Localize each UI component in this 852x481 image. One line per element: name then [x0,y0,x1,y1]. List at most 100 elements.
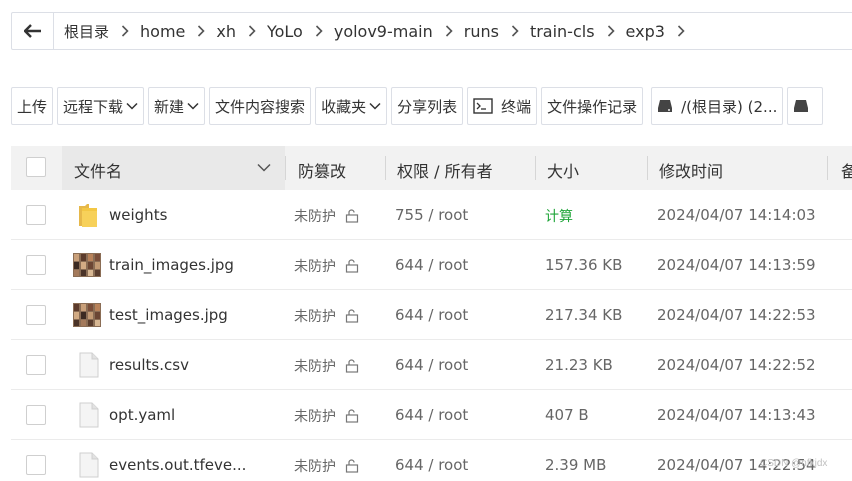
header-protect: 防篡改 [298,162,347,181]
chevron-down-icon [187,102,199,110]
column-divider [535,156,536,180]
unlock-icon[interactable] [345,459,359,473]
table-row[interactable]: train_images.jpg 未防护 644 / root 157.36 K… [11,240,852,290]
arrow-left-icon [23,24,41,38]
crumb-yolov9-main[interactable]: yolov9-main [334,22,433,41]
header-note: 备 [841,162,852,181]
protect-status: 未防护 [294,356,359,376]
permission-owner[interactable]: 644 / root [395,306,468,324]
row-checkbox[interactable] [26,255,46,275]
crumb-runs[interactable]: runs [464,22,499,41]
row-checkbox[interactable] [26,455,46,475]
crumb-exp3[interactable]: exp3 [626,22,665,41]
new-button[interactable]: 新建 [148,87,206,125]
unlock-icon[interactable] [345,209,359,223]
crumb-yolo[interactable]: YoLo [267,22,303,41]
protect-status: 未防护 [294,256,359,276]
watermark: CSDN @nfkjdx [760,458,828,469]
operation-log-button[interactable]: 文件操作记录 [541,87,644,125]
protect-label: 未防护 [294,259,336,275]
chevron-right-icon [315,25,323,37]
toolbar: 上传 远程下载 新建 文件内容搜索 收藏夹 分享列表 终端 文件操作记录 /(根… [11,87,827,125]
permission-owner[interactable]: 755 / root [395,206,468,224]
crumb-root[interactable]: 根目录 [64,21,109,42]
row-checkbox[interactable] [26,305,46,325]
image-thumbnail-icon [73,253,101,277]
chevron-right-icon [511,25,519,37]
unlock-icon[interactable] [345,309,359,323]
file-table: 文件名 防篡改 权限 / 所有者 大小 修改时间 备 weights 未防护 7… [11,146,852,481]
terminal-button[interactable]: 终端 [467,87,538,125]
protect-status: 未防护 [294,206,359,226]
unlock-icon[interactable] [345,259,359,273]
content-search-label: 文件内容搜索 [215,97,306,116]
favorites-button[interactable]: 收藏夹 [315,87,388,125]
table-row[interactable]: test_images.jpg 未防护 644 / root 217.34 KB… [11,290,852,340]
modified-time: 2024/04/07 14:22:52 [657,356,816,374]
select-all-checkbox[interactable] [26,157,46,177]
chevron-right-icon [677,25,685,37]
calculate-size-link[interactable]: 计算 [545,206,573,226]
document-icon [79,402,99,428]
row-checkbox[interactable] [26,205,46,225]
upload-label: 上传 [17,97,48,116]
modified-time: 2024/04/07 14:14:03 [657,206,816,224]
chevron-down-icon [126,102,138,110]
protect-status: 未防护 [294,306,359,326]
unlock-icon[interactable] [345,359,359,373]
upload-button[interactable]: 上传 [11,87,54,125]
table-row[interactable]: weights 未防护 755 / root 计算 2024/04/07 14:… [11,190,852,240]
permission-owner[interactable]: 644 / root [395,406,468,424]
sort-by-name-header[interactable]: 文件名 [62,146,285,190]
content-search-button[interactable]: 文件内容搜索 [209,87,312,125]
crumb-train-cls[interactable]: train-cls [530,22,595,41]
file-name[interactable]: opt.yaml [109,406,175,424]
table-row[interactable]: opt.yaml 未防护 644 / root 407 B 2024/04/07… [11,390,852,440]
folder-icon [79,204,97,227]
unlock-icon[interactable] [345,409,359,423]
protect-label: 未防护 [294,309,336,325]
chevron-right-icon [121,25,129,37]
chevron-right-icon [445,25,453,37]
disk-button-2[interactable] [787,87,824,125]
table-row[interactable]: events.out.tfeve... 未防护 644 / root 2.39 … [11,440,852,481]
crumb-xh[interactable]: xh [216,22,236,41]
permission-owner[interactable]: 644 / root [395,456,468,474]
remote-download-label: 远程下载 [63,97,124,116]
file-name[interactable]: test_images.jpg [109,306,228,324]
column-divider [285,156,286,180]
new-label: 新建 [154,97,185,116]
row-checkbox[interactable] [26,405,46,425]
modified-time: 2024/04/07 14:13:59 [657,256,816,274]
file-size: 217.34 KB [545,306,623,324]
document-icon [79,452,99,478]
protect-label: 未防护 [294,409,336,425]
chevron-down-icon [369,102,381,110]
header-perm: 权限 / 所有者 [397,162,493,181]
terminal-icon [473,98,493,114]
chevron-down-icon [257,163,271,172]
breadcrumb: 根目录 home xh YoLo yolov9-main runs train-… [54,21,696,42]
chevron-right-icon [197,25,206,37]
file-name[interactable]: events.out.tfeve... [109,456,246,474]
column-divider [385,156,386,180]
permission-owner[interactable]: 644 / root [395,356,468,374]
file-name[interactable]: weights [109,206,167,224]
file-name[interactable]: train_images.jpg [109,256,234,274]
disk-icon [793,99,809,113]
disk-button[interactable]: /(根目录) (2... [651,87,784,125]
table-row[interactable]: results.csv 未防护 644 / root 21.23 KB 2024… [11,340,852,390]
protect-label: 未防护 [294,459,336,475]
file-name[interactable]: results.csv [109,356,189,374]
protect-label: 未防护 [294,209,336,225]
file-size: 2.39 MB [545,456,607,474]
permission-owner[interactable]: 644 / root [395,256,468,274]
remote-download-button[interactable]: 远程下载 [57,87,145,125]
back-button[interactable] [12,13,54,49]
row-checkbox[interactable] [26,355,46,375]
disk-icon [657,99,673,113]
modified-time: 2024/04/07 14:22:53 [657,306,816,324]
terminal-label: 终端 [501,97,532,116]
share-list-button[interactable]: 分享列表 [391,87,464,125]
crumb-home[interactable]: home [140,22,185,41]
